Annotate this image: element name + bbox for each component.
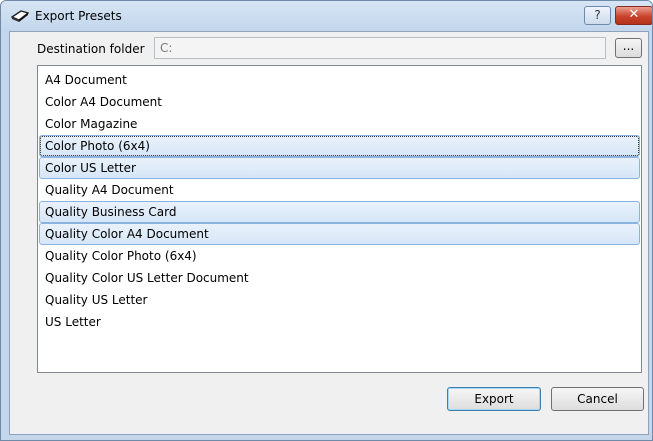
list-item[interactable]: Quality Color A4 Document — [39, 223, 640, 245]
window-title: Export Presets — [35, 9, 122, 23]
list-item[interactable]: Color US Letter — [39, 157, 640, 179]
dialog-body: Destination folder C: ... A4 Document Col… — [9, 31, 649, 435]
export-presets-dialog: Export Presets ? ✕ Destination folder C:… — [0, 0, 653, 441]
list-item[interactable]: Quality A4 Document — [39, 179, 640, 201]
export-button[interactable]: Export — [447, 387, 541, 411]
title-bar[interactable]: Export Presets ? ✕ — [1, 1, 652, 31]
list-item[interactable]: Color A4 Document — [39, 91, 640, 113]
close-icon: ✕ — [628, 7, 640, 22]
cancel-button[interactable]: Cancel — [551, 387, 644, 411]
destination-folder-field[interactable]: C: — [154, 37, 606, 59]
list-item[interactable]: Quality US Letter — [39, 289, 640, 311]
destination-folder-label: Destination folder — [37, 42, 145, 56]
list-item[interactable]: Color Photo (6x4) — [39, 135, 640, 157]
browse-button[interactable]: ... — [615, 38, 642, 58]
close-button[interactable]: ✕ — [615, 6, 652, 25]
list-item[interactable]: Color Magazine — [39, 113, 640, 135]
help-button[interactable]: ? — [584, 6, 611, 25]
list-item[interactable]: Quality Business Card — [39, 201, 640, 223]
list-item[interactable]: Quality Color US Letter Document — [39, 267, 640, 289]
scanner-icon — [11, 10, 29, 22]
list-item[interactable]: Quality Color Photo (6x4) — [39, 245, 640, 267]
list-item[interactable]: US Letter — [39, 311, 640, 333]
presets-list[interactable]: A4 Document Color A4 Document Color Magazi… — [37, 65, 642, 373]
list-item[interactable]: A4 Document — [39, 69, 640, 91]
